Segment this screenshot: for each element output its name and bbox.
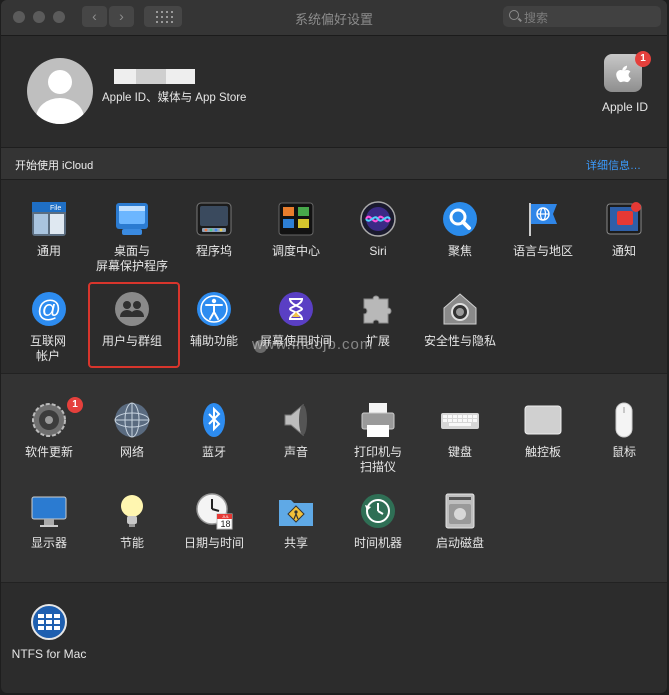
pref-label: 用户与群组 xyxy=(101,334,162,348)
pref-label: 辅助功能 xyxy=(189,334,238,348)
bluetooth-icon xyxy=(203,403,225,437)
hardware-section xyxy=(1,373,667,583)
speaker-icon xyxy=(284,403,307,437)
pref-label: 通知 xyxy=(611,244,636,258)
pref-label: 网络 xyxy=(119,445,144,459)
sharing-folder-icon xyxy=(279,500,313,526)
hourglass-icon xyxy=(279,292,313,326)
pref-label: 通用 xyxy=(36,244,61,258)
pref-label: 软件更新 xyxy=(24,445,73,459)
gear-icon xyxy=(32,403,66,437)
globe-icon xyxy=(114,402,150,438)
svg-text:@: @ xyxy=(37,296,61,323)
apple-id-label: Apple ID xyxy=(601,100,649,114)
language-region-icon xyxy=(529,203,557,236)
redacted-name-block xyxy=(166,69,195,84)
search-icon xyxy=(509,10,519,20)
siri-icon xyxy=(360,201,396,237)
desktop-screensaver-icon xyxy=(116,203,148,235)
trackpad-icon xyxy=(524,405,562,435)
icloud-banner-text: 开始使用 iCloud xyxy=(15,160,94,172)
pref-label: 显示器 xyxy=(30,536,67,550)
pref-label: 调度中心 xyxy=(271,244,320,258)
search-field[interactable]: 搜索 xyxy=(503,6,661,27)
pref-label: 打印机与 扫描仪 xyxy=(353,445,402,474)
notifications-icon xyxy=(606,202,642,235)
redacted-name-block xyxy=(136,69,166,84)
pref-label: 节能 xyxy=(119,536,144,550)
keyboard-icon xyxy=(441,413,479,429)
spotlight-icon xyxy=(443,202,477,236)
pref-label: 安全性与隐私 xyxy=(423,334,496,348)
details-link[interactable]: 详细信息… xyxy=(586,157,641,173)
hard-disk-icon xyxy=(445,493,475,529)
pref-label: 共享 xyxy=(283,536,308,550)
pref-label: 程序坞 xyxy=(195,244,232,258)
pref-label: 声音 xyxy=(283,445,308,459)
general-icon: File xyxy=(32,202,66,236)
search-placeholder: 搜索 xyxy=(524,11,549,25)
user-avatar[interactable] xyxy=(27,58,93,124)
pref-label: 启动磁盘 xyxy=(435,536,484,550)
users-groups-icon xyxy=(115,292,149,326)
software-update-badge: 1 xyxy=(67,397,83,413)
redacted-name-block xyxy=(114,69,136,84)
pref-label: NTFS for Mac xyxy=(11,647,87,661)
pref-label: 蓝牙 xyxy=(201,445,226,459)
printer-icon xyxy=(361,403,395,437)
puzzle-piece-icon xyxy=(363,295,392,324)
system-preferences-window: ‹ › 系统偏好设置 搜索 Apple ID、媒体与 App Store 1 A… xyxy=(1,0,667,693)
lightbulb-icon xyxy=(121,495,143,527)
mission-control-icon xyxy=(278,202,314,236)
pref-label: 聚焦 xyxy=(447,244,472,258)
at-sign-icon: @ xyxy=(32,292,66,326)
account-subtitle[interactable]: Apple ID、媒体与 App Store xyxy=(102,89,246,105)
svg-text:File: File xyxy=(50,205,61,212)
display-icon xyxy=(31,496,67,527)
dock-icon xyxy=(196,202,232,236)
pref-label: 鼠标 xyxy=(611,445,636,459)
ntfs-icon xyxy=(31,604,67,640)
mouse-icon xyxy=(615,402,633,438)
pref-label: 语言与地区 xyxy=(512,244,573,258)
apple-id-badge: 1 xyxy=(635,51,651,67)
pref-label: 时间机器 xyxy=(353,536,402,550)
pref-label: 桌面与 屏幕保护程序 xyxy=(95,244,168,273)
pref-label: 日期与时间 xyxy=(183,536,244,550)
pref-label: Siri xyxy=(369,244,387,258)
pref-label: 键盘 xyxy=(447,445,472,459)
house-security-icon xyxy=(443,293,477,325)
watermark: www.macjb.com xyxy=(252,336,374,353)
time-machine-icon xyxy=(361,494,395,528)
pref-label: 触控板 xyxy=(524,445,561,459)
icloud-banner: 开始使用 iCloud 详细信息… xyxy=(1,147,667,180)
accessibility-icon xyxy=(197,292,231,326)
title-bar: ‹ › 系统偏好设置 搜索 xyxy=(1,0,667,36)
pref-label: 互联网 帐户 xyxy=(29,334,66,363)
calendar-day: 18 xyxy=(220,519,231,529)
